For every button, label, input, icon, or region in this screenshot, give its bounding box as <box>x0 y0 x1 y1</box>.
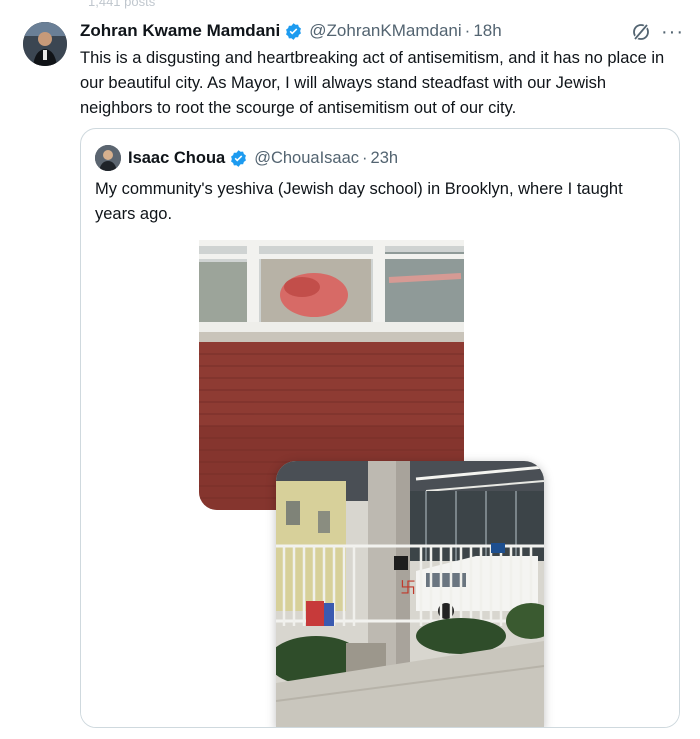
post-count-faded: 1,441 posts <box>88 0 156 9</box>
timestamp[interactable]: 18h <box>473 20 501 42</box>
author-handle[interactable]: @ZohranKMamdani <box>309 20 461 42</box>
grok-icon[interactable] <box>631 22 651 42</box>
quoted-tweet-text: My community's yeshiva (Jewish day schoo… <box>95 180 623 223</box>
quoted-avatar[interactable] <box>95 145 121 171</box>
author-name[interactable]: Zohran Kwame Mamdani <box>80 20 280 42</box>
avatar[interactable] <box>23 22 67 66</box>
avatar-image <box>23 22 67 66</box>
photo-fence-sidewalk[interactable]: 卐 <box>276 461 544 727</box>
separator-dot: · <box>464 21 471 40</box>
quoted-tweet[interactable]: Isaac Choua @ChouaIsaac · 23h My communi… <box>80 128 680 728</box>
more-icon[interactable]: ··· <box>661 22 684 42</box>
quoted-timestamp[interactable]: 23h <box>371 149 399 168</box>
tweet-text: This is a disgusting and heartbreaking a… <box>80 49 665 117</box>
tweet-header: Zohran Kwame Mamdani @ZohranKMamdani · 1… <box>80 20 502 42</box>
separator-dot: · <box>362 148 368 167</box>
svg-text:卐: 卐 <box>400 579 416 597</box>
verified-badge-icon <box>229 149 248 168</box>
quoted-author-name[interactable]: Isaac Choua <box>128 149 225 168</box>
quoted-tweet-header: Isaac Choua @ChouaIsaac · 23h <box>95 145 398 171</box>
verified-badge-icon <box>284 22 303 41</box>
quoted-author-handle[interactable]: @ChouaIsaac <box>254 149 359 168</box>
quoted-media[interactable]: 卐 <box>81 237 679 727</box>
